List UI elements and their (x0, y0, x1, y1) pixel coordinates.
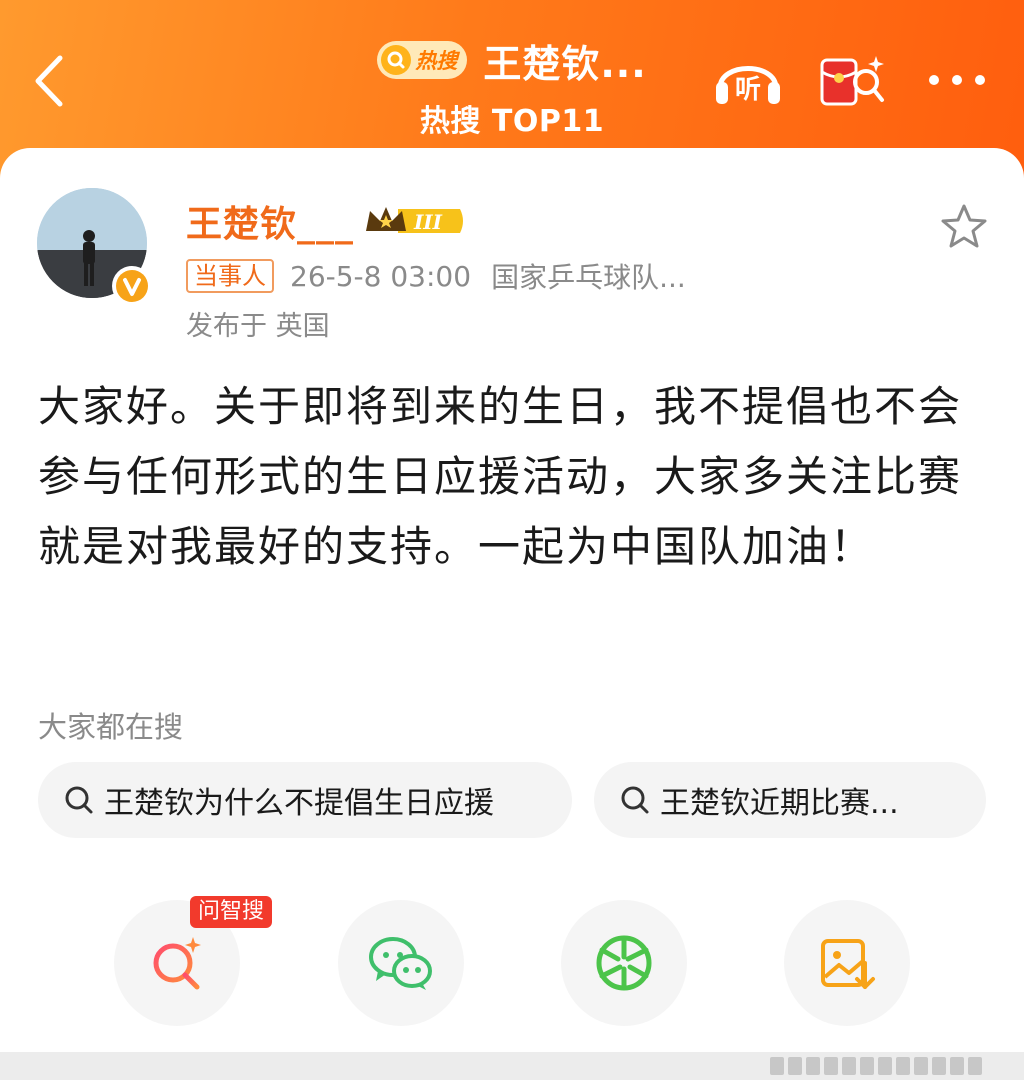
vip-level: III (413, 210, 443, 234)
moments-icon (596, 935, 652, 991)
post-location: 发布于 英国 (186, 311, 330, 342)
page-title: 王楚钦... (483, 41, 647, 86)
red-packet-search-button[interactable] (816, 48, 888, 112)
save-image-icon (821, 939, 875, 989)
save-image-button[interactable] (784, 900, 910, 1026)
wechat-icon (369, 937, 432, 990)
related-search-text: 王楚钦近期比赛... (660, 786, 899, 821)
more-button[interactable] (924, 62, 990, 98)
star-icon (941, 204, 987, 248)
verified-icon (116, 270, 148, 302)
role-tag: 当事人 (186, 259, 274, 293)
hot-search-label: 热搜 (415, 49, 458, 73)
related-search-2[interactable]: 王楚钦近期比赛... (594, 762, 986, 838)
page-subtitle: 热搜 TOP11 (419, 104, 605, 139)
post-time: 26-5-8 03:00 (290, 259, 472, 293)
header-title-area: 热搜 王楚钦... 热搜 TOP11 (300, 30, 724, 140)
share-wechat-button[interactable] (338, 900, 464, 1026)
back-icon (35, 55, 63, 107)
related-search-1[interactable]: 王楚钦为什么不提倡生日应援 (38, 762, 572, 838)
related-searches-label: 大家都在搜 (38, 710, 184, 744)
red-packet-search-icon (820, 56, 884, 106)
search-icon (65, 786, 93, 814)
username[interactable]: 王楚钦___ (186, 195, 354, 247)
ai-search-icon (153, 937, 201, 990)
post-source[interactable]: 国家乒乓球队... (491, 256, 686, 296)
post-card: 王楚钦___ III 当事人 26-5-8 03:00 国家乒乓球队... 发布… (0, 148, 1024, 1080)
ai-search-tag: 问智搜 (190, 896, 273, 928)
listen-button[interactable]: 听 (712, 48, 784, 110)
post-content: 大家好。关于即将到来的生日，我不提倡也不会参与任何形式的生日应援活动，大家多关注… (38, 382, 963, 571)
hot-search-badge: 热搜 (377, 41, 468, 79)
favorite-button[interactable] (938, 202, 990, 252)
listen-glyph: 听 (735, 75, 761, 105)
search-icon (381, 45, 412, 75)
search-icon (621, 786, 649, 814)
related-search-text: 王楚钦为什么不提倡生日应援 (104, 786, 494, 821)
post-meta: 当事人 26-5-8 03:00 国家乒乓球队... (186, 256, 686, 296)
watermark (770, 1052, 982, 1080)
username-row: 王楚钦___ III (186, 196, 466, 246)
more-icon (929, 75, 985, 85)
back-button[interactable] (28, 52, 72, 110)
share-moments-button[interactable] (561, 900, 687, 1026)
verified-badge (112, 266, 152, 306)
listen-icon: 听 (716, 66, 780, 105)
vip-crown-icon[interactable]: III (362, 201, 466, 241)
